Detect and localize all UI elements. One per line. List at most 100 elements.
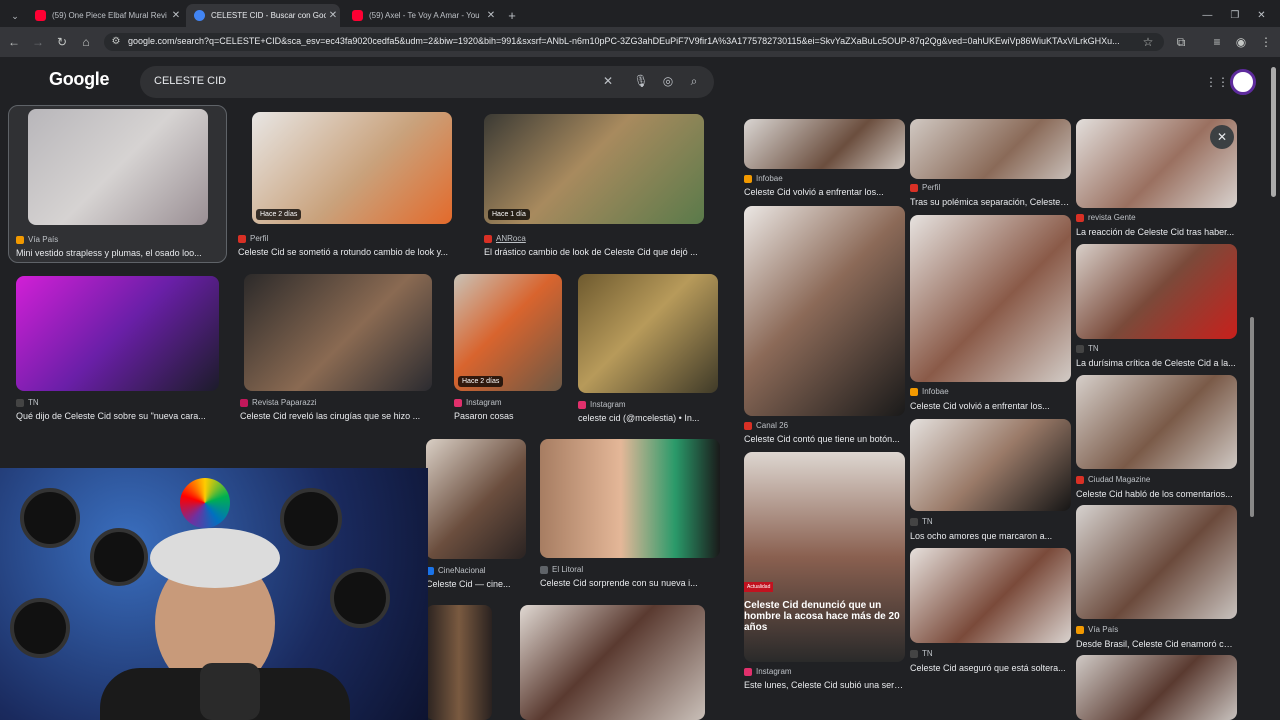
- menu-icon[interactable]: ⋮: [1258, 34, 1274, 50]
- media-icon[interactable]: ≡: [1209, 34, 1225, 50]
- result-source[interactable]: Infobae: [910, 387, 949, 396]
- close-window-icon[interactable]: ✕: [1257, 10, 1265, 21]
- tab-google-search[interactable]: CELESTE CID - Buscar con Goog ✕: [186, 4, 340, 27]
- result-card[interactable]: Infobae Celeste Cid volvió a enfrentar l…: [744, 119, 905, 199]
- result-image[interactable]: [578, 274, 718, 393]
- result-source[interactable]: TN: [16, 398, 39, 407]
- result-card[interactable]: Perfil Tras su polémica separación, Cele…: [910, 119, 1071, 207]
- result-image[interactable]: [244, 274, 432, 391]
- result-caption[interactable]: Mini vestido strapless y plumas, el osad…: [16, 248, 216, 258]
- result-source[interactable]: Infobae: [744, 174, 783, 183]
- profile-icon[interactable]: ◉: [1233, 34, 1249, 50]
- result-card[interactable]: TN La durísima crítica de Celeste Cid a …: [1076, 244, 1237, 369]
- result-image[interactable]: [540, 439, 720, 558]
- result-source[interactable]: Instagram: [454, 398, 502, 407]
- result-caption[interactable]: Celeste Cid aseguró que está soltera...: [910, 663, 1071, 673]
- result-image[interactable]: Hace 2 días: [252, 112, 452, 224]
- result-caption[interactable]: Celeste Cid se sometió a rotundo cambio …: [238, 247, 464, 257]
- result-card[interactable]: Hace 2 días Perfil Celeste Cid se someti…: [238, 112, 464, 262]
- avatar[interactable]: [1230, 69, 1256, 95]
- result-caption[interactable]: Este lunes, Celeste Cid subió una serie.…: [744, 680, 905, 690]
- result-source[interactable]: Instagram: [744, 667, 792, 676]
- new-tab-button[interactable]: +: [504, 4, 520, 27]
- result-caption[interactable]: Qué dijo de Celeste Cid sobre su "nueva …: [16, 411, 219, 421]
- result-caption[interactable]: La durísima crítica de Celeste Cid a la.…: [1076, 358, 1237, 368]
- result-image[interactable]: Actualidad Celeste Cid denunció que un h…: [744, 452, 905, 662]
- result-image[interactable]: [16, 276, 219, 391]
- result-caption[interactable]: celeste cid (@mcelestia) • In...: [578, 413, 718, 423]
- result-image[interactable]: Hace 1 día: [484, 114, 704, 224]
- result-source[interactable]: TN: [910, 517, 933, 526]
- result-caption[interactable]: Los ocho amores que marcaron a...: [910, 531, 1071, 541]
- result-image[interactable]: [744, 119, 905, 169]
- result-caption[interactable]: Celeste Cid volvió a enfrentar los...: [910, 401, 1071, 411]
- site-info-icon[interactable]: ⚙: [108, 34, 124, 50]
- result-source[interactable]: Canal 26: [744, 421, 788, 430]
- close-tab-icon[interactable]: ✕: [326, 10, 340, 21]
- result-caption[interactable]: Celeste Cid habló de los comentarios...: [1076, 489, 1237, 499]
- result-image[interactable]: [1076, 244, 1237, 339]
- scrollbar-thumb[interactable]: [1271, 67, 1276, 197]
- result-caption[interactable]: Desde Brasil, Celeste Cid enamoró con...: [1076, 639, 1237, 649]
- result-caption[interactable]: Celeste Cid — cine...: [426, 579, 526, 589]
- result-card[interactable]: Hace 2 días Instagram Pasaron cosas: [454, 274, 566, 424]
- result-source[interactable]: ANRoca: [484, 234, 526, 243]
- result-source[interactable]: Vía País: [16, 235, 58, 244]
- result-caption[interactable]: Tras su polémica separación, Celeste C..…: [910, 197, 1071, 207]
- close-panel-button[interactable]: ✕: [1210, 125, 1234, 149]
- result-card[interactable]: Instagram celeste cid (@mcelestia) • In.…: [578, 274, 718, 424]
- result-card[interactable]: [426, 605, 492, 720]
- home-icon[interactable]: ⌂: [78, 34, 94, 50]
- result-image[interactable]: [910, 215, 1071, 382]
- result-source[interactable]: Ciudad Magazine: [1076, 475, 1150, 484]
- result-image[interactable]: [744, 206, 905, 416]
- forward-icon[interactable]: →: [30, 34, 46, 50]
- result-source[interactable]: TN: [1076, 344, 1099, 353]
- result-card[interactable]: [520, 605, 705, 720]
- result-source[interactable]: Instagram: [578, 400, 626, 409]
- close-tab-icon[interactable]: ✕: [484, 10, 498, 21]
- panel-scrollbar[interactable]: [1250, 117, 1255, 717]
- result-caption[interactable]: Celeste Cid contó que tiene un botón...: [744, 434, 905, 444]
- result-source[interactable]: revista Gente: [1076, 213, 1136, 222]
- lens-icon[interactable]: ◎: [659, 72, 677, 90]
- result-card[interactable]: Hace 1 día ANRoca El drástico cambio de …: [484, 114, 714, 264]
- google-logo[interactable]: Google: [49, 69, 110, 90]
- extensions-icon[interactable]: ⧉: [1173, 34, 1189, 50]
- result-card[interactable]: Vía País Desde Brasil, Celeste Cid enamo…: [1076, 505, 1237, 649]
- url-text[interactable]: google.com/search?q=CELESTE+CID&sca_esv=…: [128, 36, 1133, 46]
- result-source[interactable]: CineNacional: [426, 566, 486, 575]
- result-source[interactable]: Revista Paparazzi: [240, 398, 316, 407]
- result-card[interactable]: TN Celeste Cid aseguró que está soltera.…: [910, 548, 1071, 674]
- result-source[interactable]: TN: [910, 649, 933, 658]
- panel-scrollbar-thumb[interactable]: [1250, 317, 1254, 517]
- result-image[interactable]: [910, 119, 1071, 179]
- result-image[interactable]: [910, 548, 1071, 643]
- result-image[interactable]: [426, 605, 492, 720]
- clear-icon[interactable]: ✕: [599, 72, 617, 90]
- result-source[interactable]: El Litoral: [540, 565, 583, 574]
- result-card[interactable]: Vía País Mini vestido strapless y plumas…: [16, 109, 208, 259]
- result-card[interactable]: El Litoral Celeste Cid sorprende con su …: [540, 439, 720, 589]
- result-caption[interactable]: Celeste Cid volvió a enfrentar los...: [744, 187, 905, 197]
- search-input[interactable]: CELESTE CID: [154, 75, 226, 87]
- result-card[interactable]: CineNacional Celeste Cid — cine...: [426, 439, 526, 589]
- result-card[interactable]: Ciudad Magazine Celeste Cid habló de los…: [1076, 375, 1237, 499]
- result-image[interactable]: [520, 605, 705, 720]
- result-caption[interactable]: Pasaron cosas: [454, 411, 566, 421]
- result-card[interactable]: [1076, 655, 1237, 720]
- result-image[interactable]: [426, 439, 526, 559]
- result-image[interactable]: [910, 419, 1071, 511]
- result-caption[interactable]: La reacción de Celeste Cid tras haber...: [1076, 227, 1237, 237]
- result-card[interactable]: Actualidad Celeste Cid denunció que un h…: [744, 452, 905, 692]
- tab-axel[interactable]: (59) Axel - Te Voy A Amar - You ✕: [344, 4, 498, 27]
- result-image[interactable]: Hace 2 días: [454, 274, 562, 391]
- result-source[interactable]: Perfil: [910, 183, 940, 192]
- result-card[interactable]: TN Los ocho amores que marcaron a...: [910, 419, 1071, 541]
- restore-icon[interactable]: ❐: [1230, 10, 1239, 21]
- bookmark-star-icon[interactable]: ☆: [1140, 34, 1156, 50]
- result-image[interactable]: [1076, 505, 1237, 619]
- result-card[interactable]: Infobae Celeste Cid volvió a enfrentar l…: [910, 215, 1071, 411]
- result-source[interactable]: Perfil: [238, 234, 268, 243]
- result-image[interactable]: [28, 109, 208, 225]
